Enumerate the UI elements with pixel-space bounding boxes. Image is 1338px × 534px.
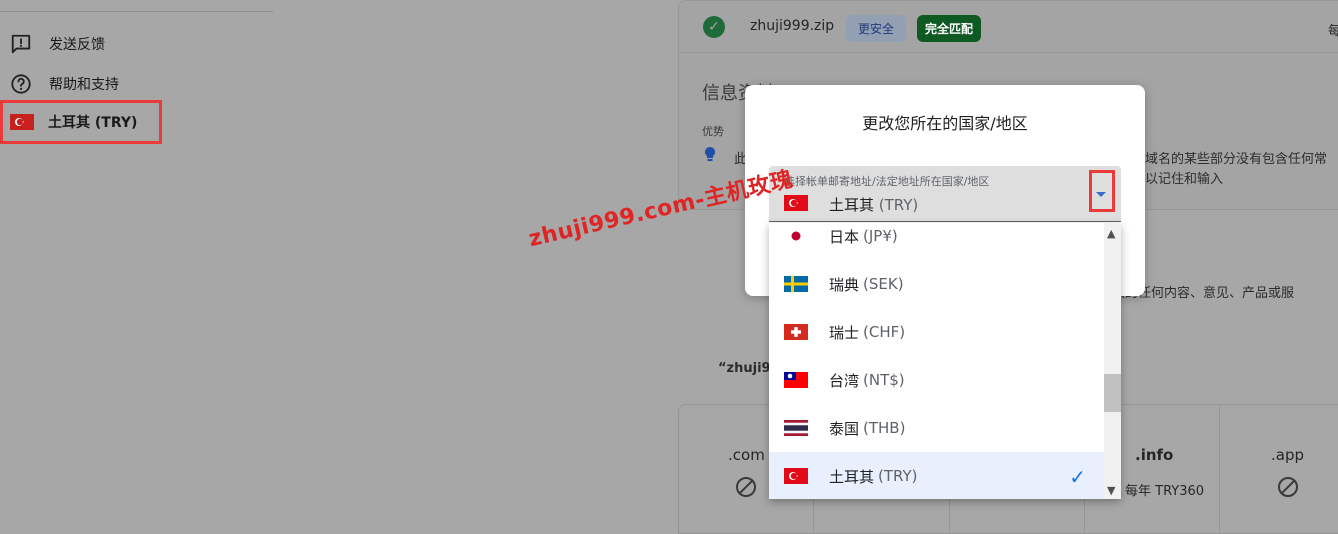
tld-cell-divider (1219, 404, 1220, 534)
option-code: (JP¥) (863, 227, 898, 245)
tld-name[interactable]: .com (728, 446, 765, 464)
currency-label: 土耳其 (TRY) (48, 115, 138, 131)
note-text-line1: 域名的某些部分没有包含任何常 (1145, 152, 1328, 167)
listbox-scrollbar[interactable] (1104, 223, 1121, 499)
turkey-flag-icon (784, 468, 808, 484)
lightbulb-icon (703, 146, 717, 168)
sweden-flag-icon (784, 276, 808, 292)
chevron-down-icon[interactable] (1096, 192, 1106, 197)
dropdown-highlight-box (1089, 170, 1115, 212)
select-value-code: (TRY) (878, 196, 919, 214)
tld-name[interactable]: .app (1271, 446, 1304, 464)
country-select[interactable]: 选择帐单邮寄地址/法定地址所在国家/地区 土耳其 (TRY) (769, 166, 1121, 222)
option-name: 日本 (829, 227, 860, 246)
sidebar-item-help[interactable]: 帮助和支持 (0, 64, 273, 104)
switzerland-flag-icon (784, 324, 808, 340)
check-circle-icon: ✓ (703, 16, 725, 38)
list-item-japan[interactable]: 日本 (JP¥) (769, 223, 1104, 260)
turkey-flag-icon (784, 195, 808, 211)
scroll-up-icon[interactable]: ▲ (1107, 227, 1115, 240)
select-label: 选择帐单邮寄地址/法定地址所在国家/地区 (784, 175, 990, 188)
tld-price: 每年 TRY360 (1125, 484, 1205, 499)
domain-name: zhuji999.zip (750, 18, 835, 34)
sidebar-item-label: 发送反馈 (49, 37, 105, 53)
list-item-thailand[interactable]: 泰国 (THB) (769, 404, 1104, 452)
sidebar-divider (0, 11, 273, 12)
country-listbox: 日本 (JP¥) 瑞典 (SEK) 瑞士 (CHF) 台湾 (NT$) 泰国 (… (769, 223, 1121, 499)
option-code: (NT$) (863, 371, 905, 389)
check-icon: ✓ (1069, 465, 1086, 489)
unavailable-icon (1278, 477, 1298, 497)
option-code: (CHF) (863, 323, 906, 341)
note-text-line2: 以记住和输入 (1145, 172, 1224, 187)
option-name: 土耳其 (829, 467, 875, 486)
scroll-down-icon[interactable]: ▼ (1107, 484, 1115, 497)
scrollbar-thumb[interactable] (1104, 374, 1121, 412)
list-item-switzerland[interactable]: 瑞士 (CHF) (769, 308, 1104, 356)
help-icon (9, 72, 33, 96)
sidebar-item-currency[interactable]: 土耳其 (TRY) (0, 100, 162, 144)
list-item-turkey[interactable]: 土耳其 (TRY) ✓ (769, 452, 1104, 499)
sidebar-item-feedback[interactable]: 发送反馈 (0, 24, 273, 64)
option-name: 瑞士 (829, 323, 860, 342)
option-name: 泰国 (829, 419, 860, 438)
card-divider (678, 52, 1338, 53)
option-code: (SEK) (863, 275, 904, 293)
advantage-label: 优势 (702, 125, 724, 138)
select-value-name: 土耳其 (829, 196, 875, 214)
thailand-flag-icon (784, 420, 808, 436)
option-name: 瑞典 (829, 275, 860, 294)
list-item-sweden[interactable]: 瑞典 (SEK) (769, 260, 1104, 308)
list-item-taiwan[interactable]: 台湾 (NT$) (769, 356, 1104, 404)
taiwan-flag-icon (784, 372, 808, 388)
safer-badge: 更安全 (846, 15, 907, 42)
tld-name[interactable]: .info (1135, 446, 1173, 464)
price-per-year: 每 (1328, 24, 1338, 39)
select-value: 土耳其 (TRY) (829, 194, 918, 215)
exact-match-badge: 完全匹配 (917, 15, 982, 42)
japan-flag-icon (784, 228, 808, 244)
dialog-title: 更改您所在的国家/地区 (862, 114, 1028, 133)
option-code: (TRY) (878, 467, 918, 485)
feedback-icon (9, 32, 33, 56)
sidebar-item-label: 帮助和支持 (49, 77, 119, 93)
option-code: (THB) (863, 419, 906, 437)
turkey-flag-icon (10, 114, 34, 130)
unavailable-icon (736, 477, 756, 497)
option-name: 台湾 (829, 371, 860, 390)
